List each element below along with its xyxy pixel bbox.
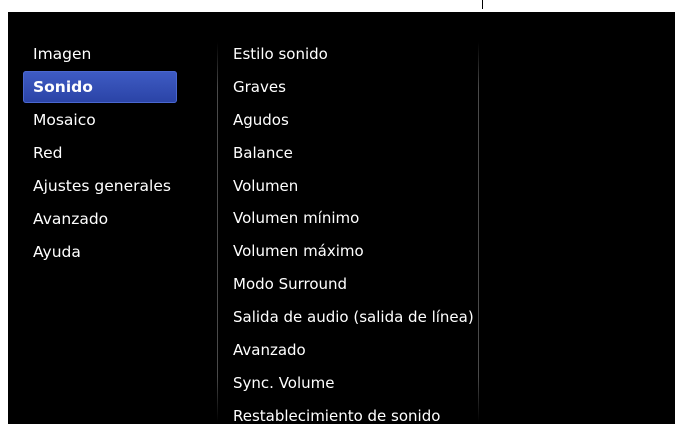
- submenu-item-volumen-maximo[interactable]: Volumen máximo: [233, 235, 478, 268]
- submenu-item-estilo-sonido[interactable]: Estilo sonido: [233, 38, 478, 71]
- submenu-item-avanzado[interactable]: Avanzado: [233, 334, 478, 367]
- settings-menu-screen: Imagen Sonido Mosaico Red Ajustes genera…: [8, 12, 675, 424]
- menu-item-sonido[interactable]: Sonido: [23, 71, 177, 103]
- submenu-item-sync-volume[interactable]: Sync. Volume: [233, 367, 478, 400]
- column-divider-left: [217, 42, 218, 422]
- menu-item-red[interactable]: Red: [23, 137, 177, 169]
- submenu-item-balance[interactable]: Balance: [233, 137, 478, 170]
- submenu-item-restablecimiento-sonido[interactable]: Restablecimiento de sonido: [233, 400, 478, 424]
- menu-item-mosaico[interactable]: Mosaico: [23, 104, 177, 136]
- submenu-item-salida-audio[interactable]: Salida de audio (salida de línea): [233, 301, 478, 334]
- submenu-item-volumen[interactable]: Volumen: [233, 170, 478, 203]
- column-divider-right: [478, 42, 479, 422]
- menu-item-avanzado[interactable]: Avanzado: [23, 203, 177, 235]
- submenu-item-agudos[interactable]: Agudos: [233, 104, 478, 137]
- top-marker: [482, 0, 483, 9]
- menu-item-ayuda[interactable]: Ayuda: [23, 236, 177, 268]
- menu-item-ajustes-generales[interactable]: Ajustes generales: [23, 170, 177, 202]
- submenu-item-modo-surround[interactable]: Modo Surround: [233, 268, 478, 301]
- main-menu: Imagen Sonido Mosaico Red Ajustes genera…: [23, 38, 177, 269]
- submenu-item-volumen-minimo[interactable]: Volumen mínimo: [233, 202, 478, 235]
- sound-submenu: Estilo sonido Graves Agudos Balance Volu…: [233, 38, 478, 424]
- submenu-item-graves[interactable]: Graves: [233, 71, 478, 104]
- menu-item-imagen[interactable]: Imagen: [23, 38, 177, 70]
